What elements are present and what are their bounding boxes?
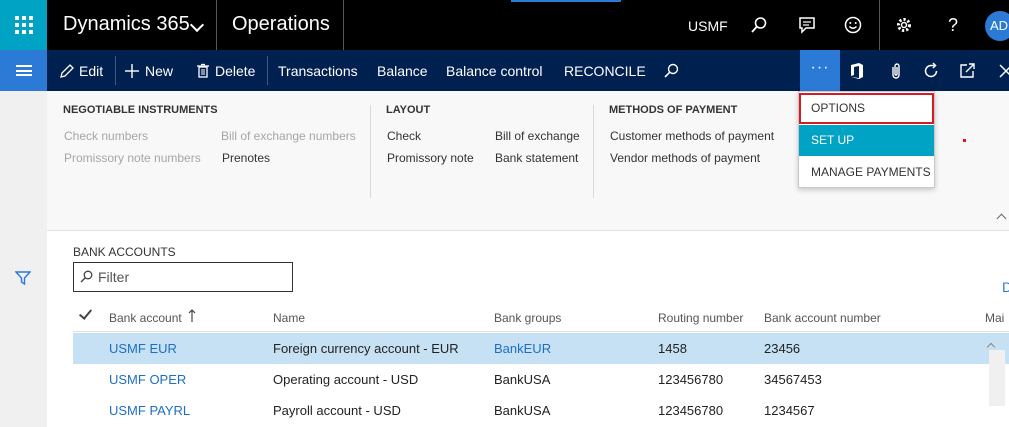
search-icon[interactable] bbox=[661, 61, 681, 81]
bill-of-exchange-layout-button[interactable]: Bill of exchange bbox=[495, 129, 580, 143]
group-title-negotiable-instruments: NEGOTIABLE INSTRUMENTS bbox=[63, 104, 218, 116]
top-nav-bar: Dynamics 365 Operations USMF ? AD bbox=[0, 0, 1009, 50]
scrollbar-thumb[interactable] bbox=[989, 350, 1005, 406]
vendor-methods-of-payment-button[interactable]: Vendor methods of payment bbox=[610, 151, 760, 165]
filter-input[interactable] bbox=[98, 268, 288, 286]
table-row[interactable]: USMF OPER Operating account - USD BankUS… bbox=[73, 364, 1009, 395]
smiley-icon[interactable] bbox=[840, 12, 866, 38]
check-layout-button[interactable]: Check bbox=[387, 129, 421, 143]
bank-group-link[interactable]: BankEUR bbox=[494, 341, 551, 356]
divider bbox=[593, 105, 594, 198]
table-row[interactable]: USMF PAYRL Payroll account - USD BankUSA… bbox=[73, 395, 1009, 426]
grid-header: Bank account Name Bank groups Routing nu… bbox=[73, 302, 1009, 332]
group-title-methods-of-payment: METHODS OF PAYMENT bbox=[609, 104, 738, 116]
bank-account-link[interactable]: USMF OPER bbox=[109, 372, 186, 387]
group-title-layout: LAYOUT bbox=[386, 104, 431, 116]
bill-of-exchange-numbers-button: Bill of exchange numbers bbox=[221, 129, 356, 143]
tab-reconcile[interactable]: RECONCILE bbox=[564, 63, 646, 79]
bank-account-number-cell: 1234567 bbox=[764, 403, 815, 418]
column-header-name[interactable]: Name bbox=[273, 311, 305, 325]
list-title: BANK ACCOUNTS bbox=[73, 245, 176, 259]
menu-item-options[interactable]: OPTIONS bbox=[799, 93, 934, 124]
waffle-icon bbox=[14, 16, 33, 34]
app-launcher-button[interactable] bbox=[0, 0, 47, 50]
hamburger-icon bbox=[15, 65, 32, 76]
filter-field[interactable] bbox=[73, 262, 293, 292]
sort-ascending-icon bbox=[188, 309, 196, 325]
module-name[interactable]: Operations bbox=[232, 13, 330, 36]
column-header-bank-account[interactable]: Bank account bbox=[109, 311, 182, 325]
message-icon[interactable] bbox=[794, 12, 820, 38]
balance-control-button[interactable]: Balance control bbox=[446, 63, 543, 79]
name-cell: Foreign currency account - EUR bbox=[273, 341, 459, 356]
navigation-menu-button[interactable] bbox=[0, 50, 47, 91]
bank-account-link[interactable]: USMF PAYRL bbox=[109, 403, 190, 418]
table-row[interactable]: USMF EUR Foreign currency account - EUR … bbox=[73, 333, 1009, 364]
gear-icon[interactable] bbox=[891, 12, 917, 38]
menu-item-manage-payments[interactable]: MANAGE PAYMENTS bbox=[799, 157, 934, 188]
bank-group-cell: BankUSA bbox=[494, 403, 551, 418]
column-header-bank-account-number[interactable]: Bank account number bbox=[764, 311, 881, 325]
company-picker[interactable]: USMF bbox=[688, 18, 728, 34]
more-options-dropdown: OPTIONS SET UP MANAGE PAYMENTS bbox=[798, 91, 935, 188]
divider bbox=[115, 56, 116, 85]
close-icon[interactable] bbox=[996, 61, 1009, 81]
bank-group-cell: BankUSA bbox=[494, 372, 551, 387]
red-marker bbox=[963, 139, 966, 142]
popout-icon[interactable] bbox=[957, 61, 977, 81]
new-button[interactable]: New bbox=[145, 63, 173, 79]
bank-account-link[interactable]: USMF EUR bbox=[109, 341, 177, 356]
balance-button[interactable]: Balance bbox=[377, 63, 428, 79]
transactions-button[interactable]: Transactions bbox=[278, 63, 358, 79]
refresh-icon[interactable] bbox=[921, 61, 941, 81]
office-icon[interactable] bbox=[847, 61, 867, 81]
divider bbox=[267, 56, 268, 85]
bank-account-number-cell: 23456 bbox=[764, 341, 801, 356]
promissory-note-numbers-button: Promissory note numbers bbox=[64, 151, 201, 165]
chevron-down-icon[interactable] bbox=[189, 17, 205, 33]
attachment-icon[interactable] bbox=[886, 61, 906, 81]
plus-icon bbox=[122, 61, 142, 81]
search-icon bbox=[80, 270, 93, 288]
app-window: Dynamics 365 Operations USMF ? AD Edit N… bbox=[0, 0, 1009, 427]
promissory-note-layout-button[interactable]: Promissory note bbox=[387, 151, 474, 165]
name-cell: Payroll account - USD bbox=[273, 403, 401, 418]
name-cell: Operating account - USD bbox=[273, 372, 419, 387]
action-pane: Edit New Delete Transactions Balance Bal… bbox=[0, 50, 1009, 91]
check-numbers-button: Check numbers bbox=[64, 129, 149, 143]
vertical-scrollbar[interactable] bbox=[985, 332, 1009, 427]
trash-icon bbox=[193, 61, 213, 81]
routing-number-cell: 123456780 bbox=[658, 372, 724, 387]
column-header-bank-groups[interactable]: Bank groups bbox=[494, 311, 561, 325]
more-options-button[interactable]: ··· bbox=[800, 50, 840, 91]
prenotes-button[interactable]: Prenotes bbox=[222, 151, 270, 165]
divider bbox=[879, 0, 880, 50]
edit-button[interactable]: Edit bbox=[79, 63, 103, 79]
select-all-checkmark-icon[interactable] bbox=[78, 306, 93, 320]
left-nav-pane bbox=[0, 91, 47, 427]
filter-icon[interactable] bbox=[14, 270, 32, 291]
app-name[interactable]: Dynamics 365 bbox=[63, 13, 190, 36]
column-header-routing-number[interactable]: Routing number bbox=[658, 311, 743, 325]
divider bbox=[370, 105, 371, 198]
delete-button[interactable]: Delete bbox=[215, 63, 255, 79]
routing-number-cell: 1458 bbox=[658, 341, 687, 356]
divider bbox=[343, 0, 344, 50]
avatar[interactable]: AD bbox=[985, 11, 1009, 41]
customer-methods-of-payment-button[interactable]: Customer methods of payment bbox=[610, 129, 774, 143]
help-icon[interactable]: ? bbox=[940, 12, 966, 38]
top-accent-line bbox=[511, 0, 621, 2]
pencil-icon bbox=[57, 61, 77, 81]
menu-item-set-up[interactable]: SET UP bbox=[799, 125, 934, 156]
divider bbox=[216, 0, 217, 50]
bank-statement-button[interactable]: Bank statement bbox=[495, 151, 578, 165]
search-icon[interactable] bbox=[746, 12, 772, 38]
routing-number-cell: 123456780 bbox=[658, 403, 724, 418]
overflow-link[interactable]: D bbox=[1002, 279, 1009, 295]
bank-account-number-cell: 34567453 bbox=[764, 372, 822, 387]
chevron-up-icon[interactable] bbox=[996, 213, 1007, 224]
column-header-main[interactable]: Mai bbox=[985, 311, 1004, 325]
